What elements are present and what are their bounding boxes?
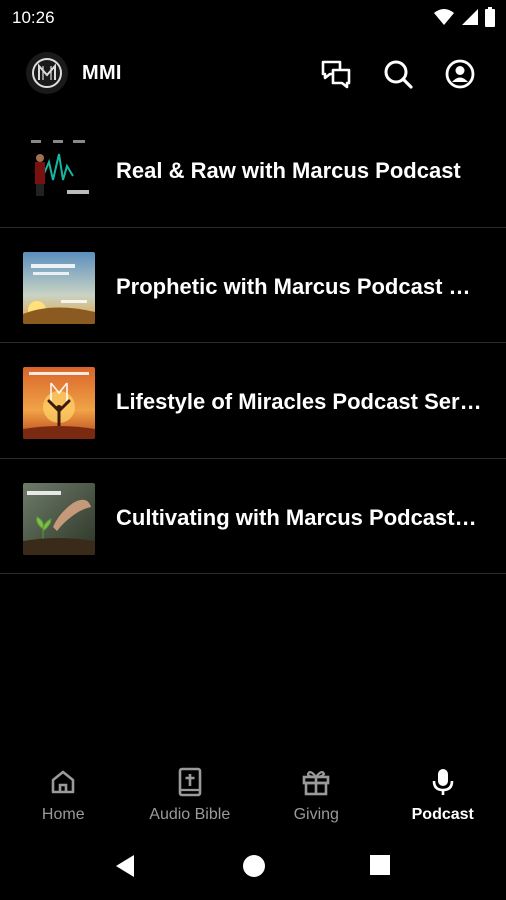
app-actions [320, 58, 476, 90]
chat-button[interactable] [320, 58, 352, 90]
podcast-cover-image [23, 136, 95, 208]
podcast-item-real-and-raw[interactable]: Real & Raw with Marcus Podcast [0, 112, 506, 228]
podcast-item-lifestyle-of-miracles[interactable]: Lifestyle of Miracles Podcast Series [0, 343, 506, 459]
search-icon [384, 60, 413, 89]
podcast-cover-image [23, 251, 95, 324]
system-navigation-bar [0, 842, 506, 890]
nav-giving-label: Giving [293, 806, 339, 823]
signal-icon [460, 8, 478, 31]
search-button[interactable] [382, 58, 414, 90]
status-bar: 10:26 [0, 0, 506, 36]
podcast-title: Lifestyle of Miracles Podcast Series [116, 389, 482, 414]
bible-icon [178, 767, 202, 797]
wifi-icon [434, 8, 454, 31]
home-system-button[interactable] [242, 854, 266, 883]
bottom-navigation: Home Audio Bible Giving Podcast [0, 760, 506, 832]
nav-home[interactable]: Home [0, 760, 127, 832]
home-icon [51, 770, 75, 794]
nav-giving[interactable]: Giving [253, 760, 380, 832]
status-time: 10:26 [12, 8, 55, 27]
back-icon [116, 855, 134, 877]
recents-icon [370, 855, 390, 875]
status-icons [434, 7, 496, 32]
nav-podcast[interactable]: Podcast [380, 760, 506, 832]
nav-home-label: Home [41, 806, 85, 823]
microphone-icon [432, 769, 454, 795]
battery-icon [484, 7, 496, 32]
recents-button[interactable] [369, 854, 391, 881]
podcast-cover-image [23, 482, 95, 555]
podcast-item-cultivating[interactable]: Cultivating with Marcus Podcast Series [0, 459, 506, 574]
nav-podcast-label: Podcast [411, 806, 474, 823]
podcast-title: Prophetic with Marcus Podcast Series [116, 273, 482, 299]
podcast-list: Real & Raw with Marcus Podcast Prophetic… [0, 112, 506, 574]
podcast-title: Cultivating with Marcus Podcast Series [116, 504, 482, 530]
account-icon [445, 59, 475, 89]
podcast-cover-image [23, 367, 95, 439]
podcast-item-prophetic[interactable]: Prophetic with Marcus Podcast Series [0, 228, 506, 343]
chat-icon [321, 60, 351, 89]
nav-audio-bible-label: Audio Bible [149, 806, 231, 823]
back-button[interactable] [114, 854, 136, 883]
podcast-title: Real & Raw with Marcus Podcast [116, 158, 461, 183]
app-title: MMI [82, 62, 122, 84]
circle-home-icon [243, 855, 265, 877]
nav-audio-bible[interactable]: Audio Bible [127, 760, 254, 832]
gift-icon [302, 770, 330, 796]
profile-button[interactable] [444, 58, 476, 90]
app-bar: MMI [0, 46, 506, 102]
mmi-logo[interactable] [26, 52, 68, 94]
